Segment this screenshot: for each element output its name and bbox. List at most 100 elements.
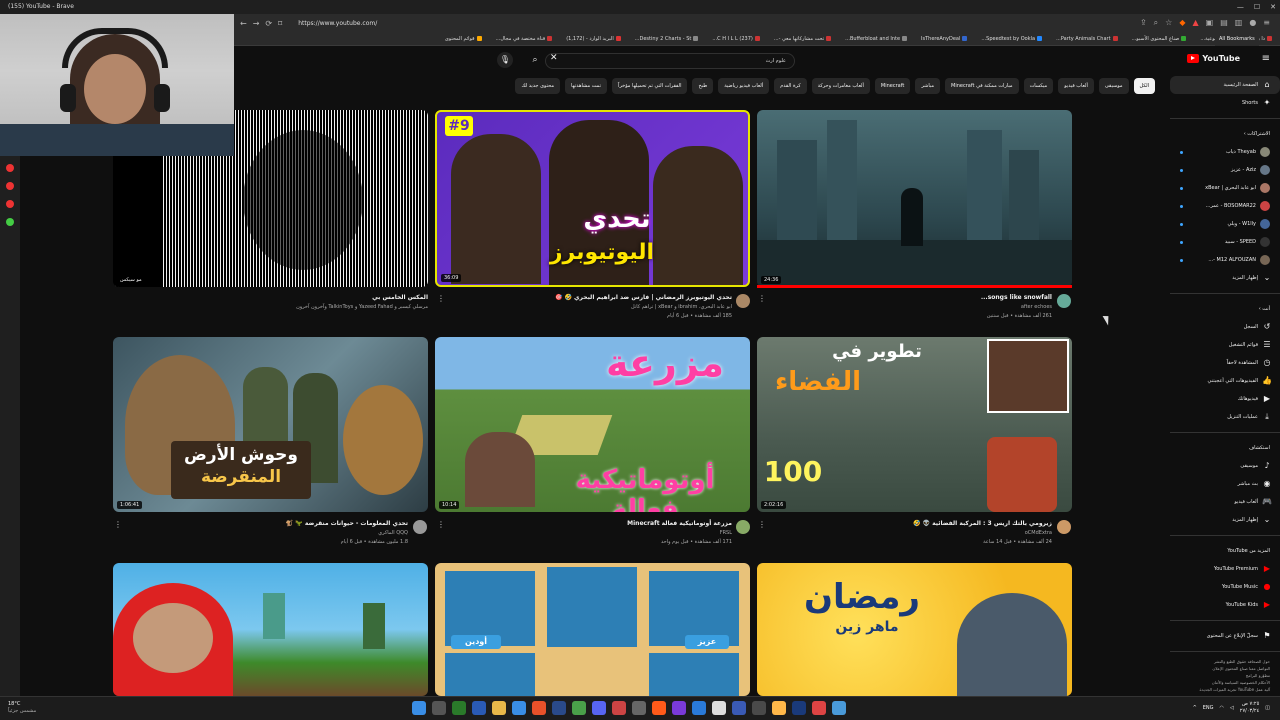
sidebar-item-shorts[interactable]: ✦ Shorts — [1170, 94, 1280, 112]
footer-links[interactable]: آلية عمل YouTube تجربة الميزات الجديدة — [1170, 686, 1280, 693]
extension-icon[interactable]: ▤ — [1220, 18, 1228, 28]
reload-icon[interactable]: ⟳ — [265, 19, 272, 28]
bookmark[interactable]: Destiny 2 Charts - St... — [635, 36, 699, 42]
video-thumbnail[interactable]: أودين عزيز — [435, 563, 750, 696]
bookmark[interactable]: Bufferbloat and Inte... — [845, 36, 908, 42]
app-icon[interactable] — [732, 701, 746, 715]
app-icon[interactable] — [712, 701, 726, 715]
firefox-icon[interactable] — [532, 701, 546, 715]
sidebar-item-watch-later[interactable]: ◷ المشاهدة لاحقاً — [1170, 354, 1280, 372]
app-icon[interactable] — [752, 701, 766, 715]
more-options-icon[interactable]: ⋮ — [758, 294, 766, 303]
sidebar-app-icon[interactable] — [6, 218, 14, 226]
video-title[interactable]: المكس الخامس بي — [150, 294, 428, 301]
rewards-icon[interactable]: ▲ — [1192, 18, 1198, 28]
search-input[interactable]: علوم ارث — [545, 53, 795, 69]
sidebar-channel[interactable]: M12 ALFOUZAN -... — [1170, 251, 1280, 269]
weather-widget[interactable]: 18°C مشمس جزئياً — [8, 701, 36, 715]
channel-name[interactable]: after echoes — [920, 304, 1052, 310]
clear-search-icon[interactable]: ✕ — [550, 53, 558, 63]
video-title[interactable]: مزرعة أوتوماتيكية فعالة Minecraft — [560, 520, 732, 527]
chip[interactable]: موسيقى — [1098, 78, 1129, 94]
close-icon[interactable]: ✕ — [1270, 0, 1276, 14]
footer-links[interactable]: الأحكام الخصوصية السياسة والأمان — [1170, 679, 1280, 686]
sidebar-item-report-history[interactable]: ⚑ سجلّ الإبلاغ عن المحتوى — [1170, 627, 1280, 645]
notification-icon[interactable]: ◫ — [1265, 705, 1270, 711]
chevron-up-icon[interactable]: ^ — [1193, 705, 1197, 711]
app-icon[interactable] — [792, 701, 806, 715]
discord-icon[interactable] — [592, 701, 606, 715]
video-title[interactable]: زيرومي بالتك اريس 3 : المركبة الفضائية 👽… — [900, 520, 1052, 527]
channel-name[interactable]: FRSL — [560, 530, 732, 536]
bookmark[interactable]: Speedtest by Ookla... — [981, 36, 1043, 42]
sidebar-item-history[interactable]: ↺ السجل — [1170, 318, 1280, 336]
vscode-icon[interactable] — [692, 701, 706, 715]
chip[interactable]: ميكسات — [1023, 78, 1054, 94]
bookmark[interactable]: تحت مشاركاتها معي -... — [774, 36, 832, 42]
video-title[interactable]: songs like snowfall... — [920, 294, 1052, 301]
video-thumbnail[interactable]: رمضان ماهر زين — [757, 563, 1072, 696]
channel-name[interactable]: oCMdExtra — [900, 530, 1052, 536]
more-options-icon[interactable]: ⋮ — [114, 520, 122, 529]
sidebar-icon[interactable]: ▥ — [1235, 18, 1243, 28]
bookmark[interactable]: البريد الوارد - (1,172) — [566, 36, 621, 42]
sidebar-app-icon[interactable] — [6, 182, 14, 190]
microphone-icon[interactable]: 🎙 — [497, 52, 513, 68]
sidebar-item-music[interactable]: ♪ موسيقى — [1170, 457, 1280, 475]
wifi-icon[interactable]: ◠ — [1220, 705, 1224, 711]
search-icon[interactable] — [432, 701, 446, 715]
video-thumbnail[interactable]: 24:36 — [757, 110, 1072, 287]
maximize-icon[interactable]: ☐ — [1254, 0, 1260, 14]
chip[interactable]: ألعاب مغامرات وحركة — [811, 78, 870, 94]
forward-icon[interactable]: → — [253, 19, 260, 28]
app-icon[interactable] — [572, 701, 586, 715]
url-field[interactable]: https://www.youtube.com/ — [298, 20, 1140, 27]
chip[interactable]: محتوى جديد لك — [515, 78, 561, 94]
brave-icon[interactable] — [652, 701, 666, 715]
bookmark[interactable]: صناع المحتوى الأسبو... — [1132, 36, 1187, 42]
profile-icon[interactable]: ● — [1249, 18, 1256, 28]
youtube-logo[interactable]: YouTube — [1187, 54, 1240, 63]
folder-icon[interactable] — [492, 701, 506, 715]
xbox-icon[interactable] — [452, 701, 466, 715]
sidebar-channel[interactable]: SPEED - سبيد — [1170, 233, 1280, 251]
sidebar-channel[interactable]: Theyab ذياب — [1170, 143, 1280, 161]
menu-icon[interactable]: ≡ — [1263, 18, 1270, 28]
chip[interactable]: ألعاب فيديو رياضية — [718, 78, 770, 94]
language-indicator[interactable]: ENG — [1203, 705, 1214, 711]
you-heading[interactable]: أنت › — [1170, 300, 1280, 318]
app-icon[interactable] — [472, 701, 486, 715]
bookmark[interactable]: قوائم المحتوى — [445, 36, 482, 42]
sidebar-item-gaming[interactable]: 🎮 ألعاب فيديو — [1170, 493, 1280, 511]
sidebar-channel[interactable]: Aziz - عزيز — [1170, 161, 1280, 179]
sidebar-item-playlists[interactable]: ☰ قوائم التشغيل — [1170, 336, 1280, 354]
app-icon[interactable] — [632, 701, 646, 715]
sidebar-item-music-app[interactable]: ● YouTube Music — [1170, 578, 1280, 596]
channel-name[interactable]: ابو عابد البحري، ibrahim و xBear | تراهم… — [450, 304, 732, 310]
footer-links[interactable]: مطوّرو البرامج — [1170, 672, 1280, 679]
video-thumbnail[interactable]: تطوير في الفضاء 100 2:02:16 — [757, 337, 1072, 512]
search-icon[interactable]: ⌕ — [527, 52, 543, 68]
bookmark[interactable]: IsThereAnyDeal — [921, 36, 968, 42]
sidebar-item-live[interactable]: ◉ بث مباشر — [1170, 475, 1280, 493]
back-icon[interactable]: ← — [240, 19, 247, 28]
show-more-subs[interactable]: ⌄ إظهار المزيد — [1170, 269, 1280, 287]
app-icon[interactable] — [512, 701, 526, 715]
sidebar-item-downloads[interactable]: ⤓ عمليات التنزيل — [1170, 408, 1280, 426]
channel-name[interactable]: QQQ الماكري — [240, 530, 408, 536]
sidebar-app-icon[interactable] — [6, 164, 14, 172]
channel-name[interactable]: مرسلي كيسبر و Yazeed Fahad و TalkinToys … — [150, 304, 428, 310]
sidebar-channel[interactable]: W1lly - ويلي — [1170, 215, 1280, 233]
sidebar-item-liked[interactable]: 👍 الفيديوهات التي أعجبتني — [1170, 372, 1280, 390]
minimize-icon[interactable]: — — [1237, 0, 1244, 14]
sidebar-item-kids[interactable]: ▶ YouTube Kids — [1170, 596, 1280, 614]
chip[interactable]: تمت مشاهدتها — [565, 78, 607, 94]
footer-links[interactable]: التواصل معنا صناع المحتوى الإعلان — [1170, 665, 1280, 672]
chip[interactable]: الفقرات التي تم تحميلها مؤخراً — [611, 78, 688, 94]
subscriptions-heading[interactable]: الاشتراكات › — [1170, 125, 1280, 143]
chip[interactable]: Minecraft — [874, 78, 911, 94]
show-more-explore[interactable]: ⌄ إظهار المزيد — [1170, 511, 1280, 529]
more-options-icon[interactable]: ⋮ — [758, 520, 766, 529]
volume-icon[interactable]: ◁ — [1230, 705, 1234, 711]
app-icon[interactable] — [612, 701, 626, 715]
